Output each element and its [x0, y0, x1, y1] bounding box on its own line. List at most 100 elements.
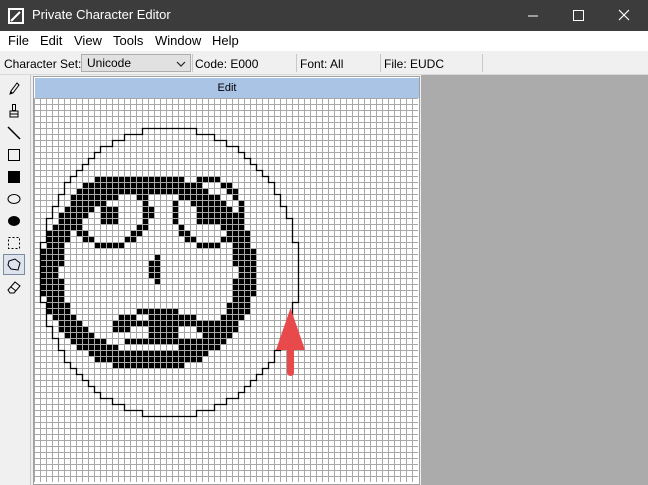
pixel — [244, 254, 251, 261]
rectangular-selection-tool[interactable] — [3, 232, 25, 253]
pixel — [202, 320, 209, 327]
code-readout: Code: E000 — [195, 57, 259, 71]
pixel — [226, 218, 233, 225]
pixel — [52, 254, 59, 261]
pixel — [106, 356, 113, 363]
pixel — [58, 314, 65, 321]
menu-tools[interactable]: Tools — [113, 33, 143, 48]
pixel — [154, 314, 161, 321]
pixel — [130, 320, 137, 327]
pixel — [214, 218, 221, 225]
pixel — [46, 308, 53, 315]
pixel — [136, 308, 143, 315]
menu-help[interactable]: Help — [212, 33, 239, 48]
pixel — [160, 320, 167, 327]
pixel — [46, 230, 53, 237]
pixel — [172, 350, 179, 357]
freeform-selection-tool[interactable] — [3, 254, 25, 275]
pixel — [214, 200, 221, 207]
pixel — [118, 362, 125, 369]
line-tool[interactable] — [3, 122, 25, 143]
pixel — [196, 188, 203, 195]
pixel — [184, 350, 191, 357]
pencil-tool[interactable] — [3, 78, 25, 99]
pixel — [82, 332, 89, 339]
divider — [192, 54, 193, 72]
pixel — [172, 314, 179, 321]
menu-view[interactable]: View — [74, 33, 102, 48]
character-edit-grid[interactable] — [34, 98, 418, 482]
chevron-down-icon — [176, 61, 186, 67]
pixel — [238, 314, 245, 321]
pixel — [190, 344, 197, 351]
pixel — [82, 206, 89, 213]
pixel — [100, 218, 107, 225]
pixel — [40, 266, 47, 273]
pixel — [88, 350, 95, 357]
pixel — [190, 200, 197, 207]
pixel — [94, 194, 101, 201]
hollow-ellipse-tool[interactable] — [3, 188, 25, 209]
pixel — [208, 218, 215, 225]
pixel — [76, 344, 83, 351]
filled-rectangle-tool[interactable] — [3, 166, 25, 187]
pixel — [202, 332, 209, 339]
pixel — [238, 278, 245, 285]
pixel — [184, 320, 191, 327]
pixel — [130, 230, 137, 237]
title-bar[interactable]: Private Character Editor — [0, 0, 648, 31]
pixel — [136, 188, 143, 195]
pixel — [238, 248, 245, 255]
hollow-rectangle-tool[interactable] — [3, 144, 25, 165]
pixel — [124, 236, 131, 243]
character-set-label: Character Set: — [4, 57, 82, 71]
pixel — [46, 278, 53, 285]
brush-icon — [9, 103, 19, 117]
pixel — [70, 224, 77, 231]
pixel — [40, 248, 47, 255]
workspace-background — [421, 75, 648, 485]
pixel — [94, 176, 101, 183]
close-button[interactable] — [601, 0, 647, 31]
pixel — [58, 218, 65, 225]
pixel — [178, 320, 185, 327]
pixel — [154, 356, 161, 363]
rectangle-outline-icon — [8, 148, 20, 161]
pixel — [70, 212, 77, 219]
pixel — [76, 206, 83, 213]
pixel — [124, 188, 131, 195]
pixel — [232, 314, 239, 321]
pixel — [232, 302, 239, 309]
pixel — [100, 242, 107, 249]
pixel — [214, 344, 221, 351]
pixel — [214, 332, 221, 339]
pixel — [154, 254, 161, 261]
pixel — [76, 320, 83, 327]
maximize-button[interactable] — [555, 0, 601, 31]
menu-file[interactable]: File — [8, 33, 29, 48]
pixel — [208, 206, 215, 213]
pixel — [166, 188, 173, 195]
pixel — [148, 350, 155, 357]
pixel — [226, 236, 233, 243]
pixel — [190, 188, 197, 195]
pixel — [154, 188, 161, 195]
pixel — [82, 182, 89, 189]
pixel — [184, 230, 191, 237]
menu-edit[interactable]: Edit — [40, 33, 62, 48]
pixel — [76, 224, 83, 231]
pixel — [88, 332, 95, 339]
pixel — [202, 206, 209, 213]
brush-tool[interactable] — [3, 100, 25, 121]
eraser-tool[interactable] — [3, 276, 25, 297]
minimize-button[interactable] — [510, 0, 556, 31]
pixel — [244, 236, 251, 243]
pixel — [238, 206, 245, 213]
pixel — [154, 308, 161, 315]
pixel — [202, 344, 209, 351]
pixel — [208, 212, 215, 219]
menu-window[interactable]: Window — [155, 33, 201, 48]
pixel — [70, 194, 77, 201]
filled-ellipse-tool[interactable] — [3, 210, 25, 231]
character-set-select[interactable]: Unicode — [81, 54, 191, 72]
